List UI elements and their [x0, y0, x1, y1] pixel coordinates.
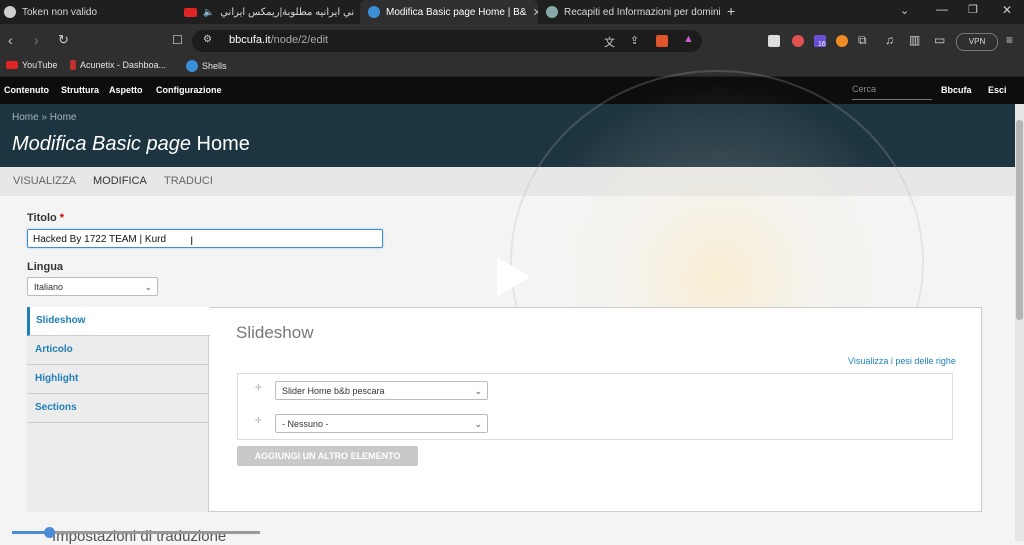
chevron-down-icon: ⌄	[474, 386, 482, 396]
browser-tab-active[interactable]: Modifica Basic page Home | B& ✕	[360, 0, 538, 24]
user-link[interactable]: Bbcufa	[941, 85, 972, 95]
close-window-icon[interactable]: ✕	[1002, 3, 1012, 17]
site-settings-icon[interactable]: ⚙	[203, 34, 212, 45]
reload-icon[interactable]: ↻	[58, 32, 69, 48]
browser-tab-title: Recapiti ed Informazioni per domini	[564, 6, 720, 18]
address-bar-url[interactable]: bbcufa.it/node/2/edit	[229, 34, 328, 46]
title-input[interactable]: Hacked By 1722 TEAM | Kurd	[27, 229, 383, 248]
bookmark-icon[interactable]: ☐	[172, 33, 183, 47]
youtube-icon	[6, 61, 18, 69]
translate-icon[interactable]: 文	[604, 34, 615, 50]
play-icon[interactable]	[497, 257, 530, 297]
globe-icon	[4, 6, 16, 18]
wallet-icon[interactable]: ▭	[934, 33, 945, 47]
slide-select[interactable]: Slider Home b&b pescara ⌄	[275, 381, 488, 400]
brave-shield-icon[interactable]	[656, 35, 668, 47]
shells-icon	[186, 60, 198, 72]
title-label-text: Titolo	[27, 212, 57, 224]
vtab-highlight[interactable]: Highlight	[27, 365, 209, 394]
bookmark-item[interactable]: Acunetix - Dashboa...	[70, 60, 166, 70]
vpn-label: VPN	[968, 37, 986, 46]
url-host: bbcufa.it	[229, 34, 271, 46]
chevron-down-icon: ⌄	[474, 419, 482, 429]
scrollbar-thumb[interactable]	[1016, 120, 1023, 320]
close-tab-icon[interactable]: ✕	[532, 6, 538, 19]
admin-search-input[interactable]: Cerca	[852, 84, 932, 100]
row-weights-link[interactable]: Visualizza i pesi delle righe	[848, 356, 956, 366]
vtab-slideshow[interactable]: Slideshow	[27, 307, 210, 336]
browser-tab[interactable]: 🔈 اغاني ايرانيه مطلوبة|ريمكس ايراني	[184, 0, 354, 24]
share-icon[interactable]: ⇪	[630, 34, 639, 47]
chevron-down-icon[interactable]: ⌄	[900, 4, 909, 17]
logout-link[interactable]: Esci	[988, 85, 1007, 95]
text-cursor-icon: I	[190, 234, 194, 248]
browser-tab[interactable]: Recapiti ed Informazioni per domini	[546, 0, 720, 24]
slide-select[interactable]: - Nessuno - ⌄	[275, 414, 488, 433]
maximize-icon[interactable]: ❐	[968, 3, 978, 16]
slide-select-value: - Nessuno -	[282, 419, 329, 429]
bookmark-label: Acunetix - Dashboa...	[80, 60, 167, 70]
video-progress-knob[interactable]	[44, 527, 55, 538]
admin-menu-aspetto[interactable]: Aspetto	[109, 85, 143, 95]
language-select-value: Italiano	[34, 282, 64, 292]
browser-tab-title: اغاني ايرانيه مطلوبة|ريمكس ايراني	[220, 6, 354, 18]
browser-tab-title: Token non valido	[22, 6, 98, 18]
admin-menu-struttura[interactable]: Struttura	[61, 85, 99, 95]
acunetix-icon	[70, 60, 76, 70]
tab-modifica[interactable]: MODIFICA	[93, 175, 147, 187]
new-tab-button[interactable]: +	[727, 3, 735, 19]
extension-icon[interactable]	[836, 35, 848, 47]
extension-icon[interactable]	[792, 35, 804, 47]
minimize-icon[interactable]: —	[936, 2, 948, 16]
bookmark-label: Shells	[202, 61, 227, 71]
drag-handle-icon[interactable]: ✢	[255, 383, 262, 392]
browser-tab[interactable]: Token non valido	[4, 0, 174, 24]
page-title-prefix: Modifica Basic page	[12, 133, 191, 155]
tab-visualizza[interactable]: VISUALIZZA	[13, 175, 76, 187]
browser-tab-title: Modifica Basic page Home | B&	[386, 6, 527, 18]
back-icon[interactable]: ‹	[8, 32, 13, 48]
required-mark: *	[59, 212, 65, 224]
vtab-sections[interactable]: Sections	[27, 394, 209, 423]
language-select[interactable]: Italiano ⌄	[27, 277, 158, 296]
drag-handle-icon[interactable]: ✢	[255, 416, 262, 425]
vpn-button[interactable]: VPN	[956, 33, 998, 51]
menu-icon[interactable]: ≡	[1006, 33, 1013, 47]
speaker-icon: 🔈	[203, 6, 215, 17]
page-title-suffix: Home	[196, 133, 250, 155]
forward-icon[interactable]: ›	[34, 32, 39, 48]
pane-title: Slideshow	[236, 323, 314, 342]
brave-rewards-icon[interactable]: ▲	[683, 33, 694, 45]
extension-badge-count: 16	[818, 41, 826, 48]
admin-menu-contenuto[interactable]: Contenuto	[4, 85, 49, 95]
sidebar-icon[interactable]: ▥	[909, 33, 920, 47]
extension-icon[interactable]	[768, 35, 780, 47]
title-label: Titolo *	[27, 212, 64, 224]
bookmark-item[interactable]: YouTube	[6, 60, 57, 70]
vtab-articolo[interactable]: Articolo	[27, 336, 209, 365]
chevron-down-icon: ⌄	[144, 282, 152, 292]
puzzle-icon[interactable]: ⧉	[858, 33, 867, 48]
phone-icon	[546, 6, 558, 18]
bookmark-label: YouTube	[22, 60, 58, 70]
url-path: /node/2/edit	[270, 34, 329, 46]
tab-traduci[interactable]: TRADUCI	[164, 175, 213, 187]
page-title: Modifica Basic page Home	[12, 133, 250, 156]
language-label: Lingua	[27, 261, 64, 273]
breadcrumb[interactable]: Home » Home	[12, 112, 76, 123]
bookmark-item[interactable]: Shells	[186, 60, 227, 72]
admin-menu-configurazione[interactable]: Configurazione	[156, 85, 222, 95]
drupal-icon	[368, 6, 380, 18]
slide-select-value: Slider Home b&b pescara	[282, 386, 385, 396]
music-icon[interactable]: ♫	[885, 33, 894, 47]
add-item-button[interactable]: AGGIUNGI UN ALTRO ELEMENTO	[237, 446, 418, 466]
youtube-icon	[184, 7, 197, 17]
